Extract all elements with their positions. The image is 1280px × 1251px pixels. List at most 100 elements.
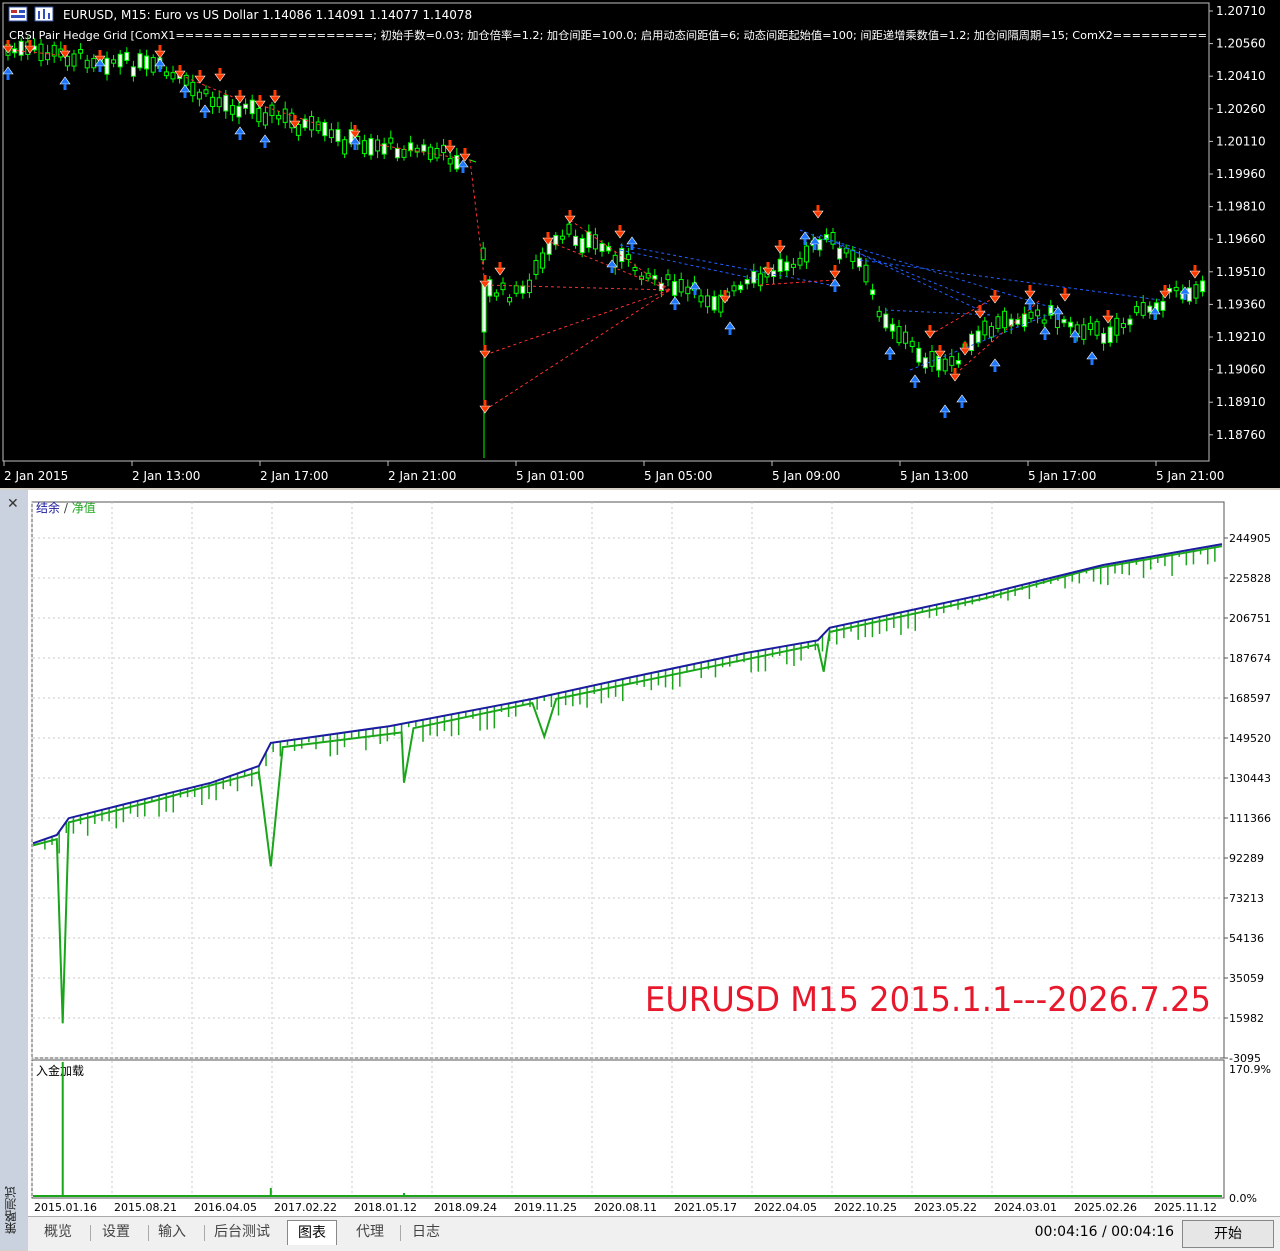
buy-arrow-icon <box>939 404 951 413</box>
price-axis-labels: 1.20710 1.20560 1.20410 1.20260 1.20110 1.199… <box>1209 4 1266 442</box>
tab-backtest[interactable]: 后台测试 <box>204 1220 280 1244</box>
date-tick-label: 2024.03.01 <box>994 1201 1057 1214</box>
price-tick-label: 1.19660 <box>1216 232 1266 246</box>
balance-tick-label: 54136 <box>1229 932 1264 945</box>
balance-tick-label: 73213 <box>1229 892 1264 905</box>
sell-arrow-icon <box>829 270 841 279</box>
tab-graph[interactable]: 图表 <box>287 1220 337 1245</box>
price-tick-label: 1.20110 <box>1216 134 1266 148</box>
deposit-axis-min: 0.0% <box>1229 1192 1257 1205</box>
time-tick-label: 2 Jan 2015 <box>4 469 68 483</box>
buy-arrow-icon <box>94 58 106 67</box>
date-tick-label: 2017.02.22 <box>274 1201 337 1214</box>
sell-arrow-icon <box>234 95 246 104</box>
sell-arrow-icon <box>614 230 626 239</box>
sell-arrow-icon <box>1102 315 1114 324</box>
legend-balance: 结余 <box>36 500 60 515</box>
buy-arrow-icon <box>259 134 271 143</box>
tab-agents[interactable]: 代理 <box>346 1220 394 1244</box>
buy-arrow-icon <box>884 346 896 355</box>
strategy-tester-panel: ✕ 策略测试 244905 225828 206751 187674 168597 149… <box>0 490 1280 1251</box>
balance-tick-label: 168597 <box>1229 692 1271 705</box>
buy-arrow-icon <box>1039 326 1051 335</box>
sell-arrow-icon <box>444 145 456 154</box>
ea-parameters-line: CRSI Pair Hedge Grid [ComX1=============… <box>9 28 1207 42</box>
time-tick-label: 5 Jan 21:00 <box>1156 469 1224 483</box>
balance-tick-label: 187674 <box>1229 652 1271 665</box>
buy-arrow-icon <box>799 231 811 240</box>
price-tick-label: 1.19960 <box>1216 167 1266 181</box>
sell-arrow-icon <box>174 70 186 79</box>
chart-window-icon <box>8 6 28 22</box>
buy-arrow-icon <box>626 236 638 245</box>
price-chart-canvas[interactable]: EURUSD, M15: Euro vs US Dollar 1.14086 1… <box>0 0 1280 488</box>
price-tick-label: 1.19510 <box>1216 265 1266 279</box>
time-tick-label: 5 Jan 05:00 <box>644 469 712 483</box>
date-tick-label: 2020.08.11 <box>594 1201 657 1214</box>
price-tick-label: 1.20260 <box>1216 102 1266 116</box>
buy-arrow-icon <box>1086 351 1098 360</box>
time-tick-label: 2 Jan 17:00 <box>260 469 328 483</box>
buy-arrow-icon <box>909 374 921 383</box>
sell-arrow-icon <box>1159 290 1171 299</box>
date-tick-label: 2022.04.05 <box>754 1201 817 1214</box>
balance-tick-label: 35059 <box>1229 972 1264 985</box>
balance-equity-graph[interactable]: 244905 225828 206751 187674 168597 149520 1304… <box>28 490 1280 1216</box>
sell-arrow-icon <box>494 267 506 276</box>
balance-graph-frame <box>31 501 1225 1059</box>
sell-arrow-icon <box>774 245 786 254</box>
close-icon[interactable]: ✕ <box>7 496 19 512</box>
sell-arrow-icon <box>214 73 226 82</box>
test-period-annotation: EURUSD M15 2015.1.1---2026.7.25 <box>645 980 1211 1020</box>
time-tick-label: 2 Jan 13:00 <box>132 469 200 483</box>
tab-overview[interactable]: 概览 <box>34 1220 82 1244</box>
balance-tick-label: 111366 <box>1229 812 1271 825</box>
buy-arrow-icon <box>1024 296 1036 305</box>
tab-journal[interactable]: 日志 <box>402 1220 450 1244</box>
price-tick-label: 1.18910 <box>1216 395 1266 409</box>
price-chart-window[interactable]: EURUSD, M15: Euro vs US Dollar 1.14086 1… <box>0 0 1280 488</box>
balance-tick-label: 244905 <box>1229 532 1271 545</box>
sell-arrow-icon <box>1189 270 1201 279</box>
date-tick-label: 2015.01.16 <box>34 1201 97 1214</box>
deposit-load-frame <box>31 1059 1225 1199</box>
sell-arrow-icon <box>459 153 471 162</box>
tab-inputs[interactable]: 输入 <box>148 1220 196 1244</box>
date-tick-label: 2025.02.26 <box>1074 1201 1137 1214</box>
tab-settings[interactable]: 设置 <box>92 1220 140 1244</box>
price-plot-area <box>2 36 1206 458</box>
balance-tick-label: 92289 <box>1229 852 1264 865</box>
buy-arrow-icon <box>199 104 211 113</box>
sell-arrow-icon <box>959 347 971 356</box>
sell-arrow-icon <box>154 50 166 59</box>
time-tick-label: 2 Jan 21:00 <box>388 469 456 483</box>
deposit-axis-max: 170.9% <box>1229 1063 1271 1076</box>
deposit-load-label: 入金加载 <box>36 1063 84 1078</box>
buy-arrow-icon <box>829 278 841 287</box>
sell-arrow-icon <box>479 350 491 359</box>
sell-arrow-icon <box>479 405 491 414</box>
legend-equity: 净值 <box>72 500 96 515</box>
test-elapsed-timer: 00:04:16 / 00:04:16 <box>1034 1224 1174 1240</box>
time-axis-labels: 2 Jan 2015 2 Jan 13:00 2 Jan 17:00 2 Jan 21… <box>3 461 1224 483</box>
time-tick-label: 5 Jan 17:00 <box>1028 469 1096 483</box>
buy-arrow-icon <box>457 159 469 168</box>
buy-arrow-icon <box>2 66 14 75</box>
balance-tick-label: 206751 <box>1229 612 1271 625</box>
time-tick-label: 5 Jan 13:00 <box>900 469 968 483</box>
sell-arrow-icon <box>254 100 266 109</box>
price-tick-label: 1.19360 <box>1216 297 1266 311</box>
sell-arrow-icon <box>564 215 576 224</box>
strategy-tester-side-label: 策略测试 <box>4 1186 18 1234</box>
time-tick-label: 5 Jan 01:00 <box>516 469 584 483</box>
legend-separator: / <box>60 501 72 515</box>
buy-arrow-icon <box>689 281 701 290</box>
date-tick-label: 2021.05.17 <box>674 1201 737 1214</box>
date-tick-label: 2023.05.22 <box>914 1201 977 1214</box>
buy-arrow-icon <box>724 321 736 330</box>
balance-tick-label: 149520 <box>1229 732 1271 745</box>
balance-tick-label: 225828 <box>1229 572 1271 585</box>
start-button[interactable]: 开始 <box>1182 1220 1274 1248</box>
balance-tick-label: 130443 <box>1229 772 1271 785</box>
graph-legend: 结余 / 净值 <box>36 500 96 515</box>
